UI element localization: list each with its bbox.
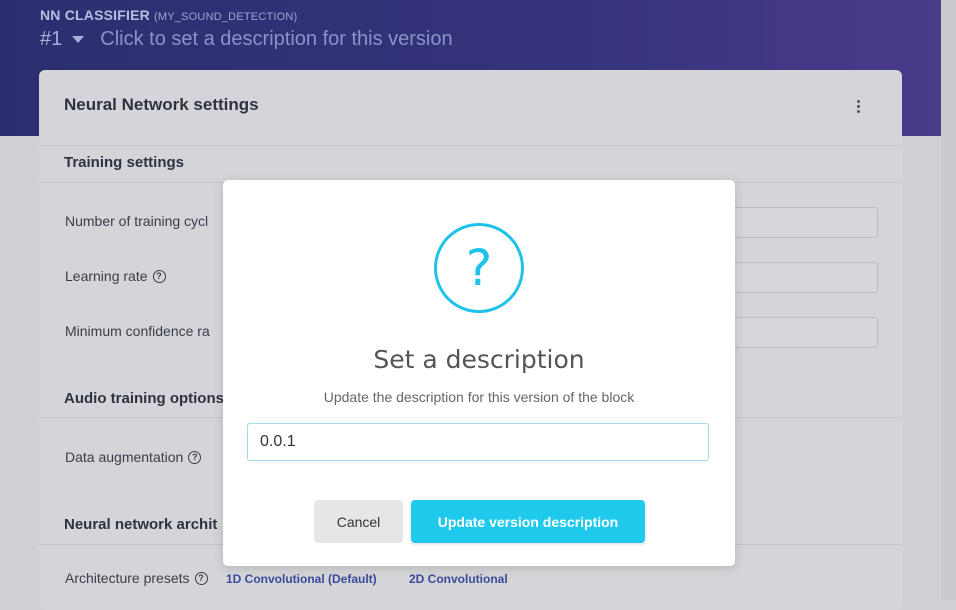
dialog-title: Set a description (373, 345, 585, 374)
dialog-text: Update the description for this version … (323, 389, 635, 405)
cancel-button[interactable]: Cancel (314, 500, 403, 543)
set-description-dialog: ? Set a description Update the descripti… (223, 180, 735, 566)
question-icon: ? (434, 223, 524, 313)
scrollbar[interactable] (941, 0, 956, 600)
update-version-description-button[interactable]: Update version description (411, 500, 645, 543)
description-input[interactable] (247, 423, 709, 461)
